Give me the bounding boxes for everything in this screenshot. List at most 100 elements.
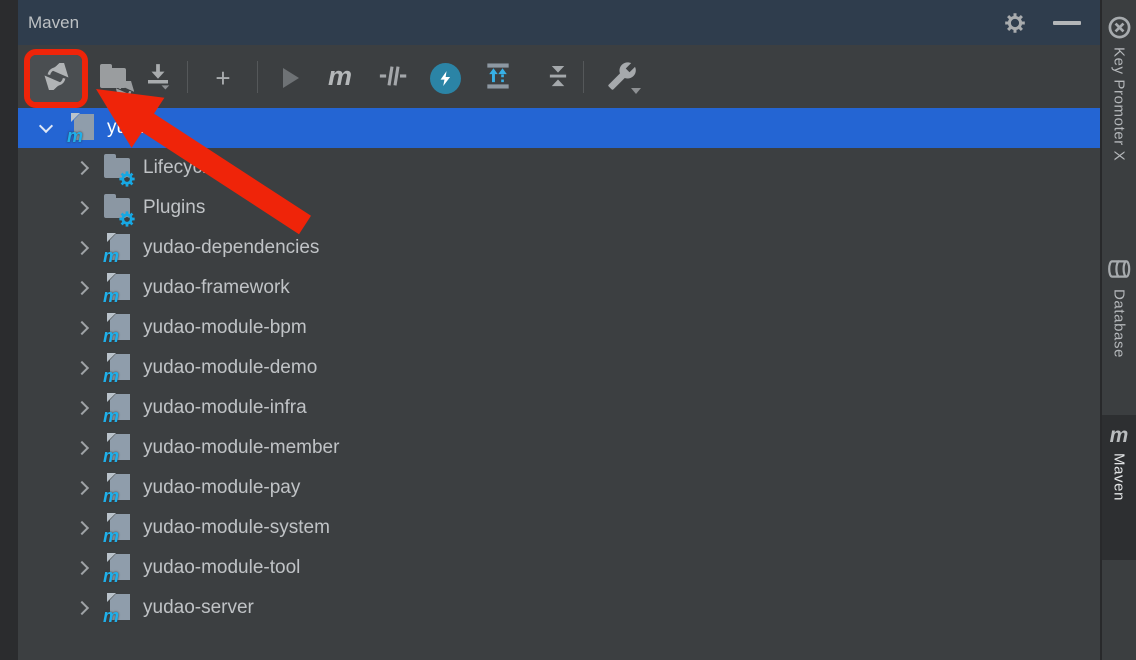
chevron-right-icon[interactable] xyxy=(72,558,92,578)
gear-folder-icon xyxy=(102,192,134,224)
tree-item-yudao-module-system[interactable]: m yudao-module-system xyxy=(18,508,1100,548)
maven-module-icon: m xyxy=(102,312,134,344)
sidebar-item-key-promoter-x[interactable]: Key Promoter X xyxy=(1102,14,1136,161)
maven-tool-window: Maven xyxy=(0,0,1136,660)
chevron-right-icon[interactable] xyxy=(72,398,92,418)
tree-item-yudao-module-demo[interactable]: m yudao-module-demo xyxy=(18,348,1100,388)
chevron-right-icon[interactable] xyxy=(72,478,92,498)
chevron-right-icon[interactable] xyxy=(72,158,92,178)
run-icon xyxy=(283,68,299,88)
expand-all-button[interactable] xyxy=(478,58,518,98)
chevron-right-icon[interactable] xyxy=(72,238,92,258)
maven-panel: Maven xyxy=(18,0,1100,660)
tree-item-icon: m xyxy=(102,552,134,584)
annotation-highlight-rect xyxy=(24,49,88,108)
minimize-icon[interactable] xyxy=(1052,8,1082,38)
tree-item-yudao-dependencies[interactable]: m yudao-dependencies xyxy=(18,228,1100,268)
chevron-right-icon[interactable] xyxy=(72,278,92,298)
sidebar-label: Key Promoter X xyxy=(1111,47,1128,161)
generate-sources-button[interactable] xyxy=(94,58,134,98)
sidebar-label: Database xyxy=(1111,289,1128,358)
chevron-right-icon[interactable] xyxy=(72,598,92,618)
right-tool-window-stripe: Key Promoter X Database m Maven xyxy=(1100,0,1136,660)
offline-mode-lightning-icon xyxy=(430,63,461,94)
sidebar-item-maven[interactable]: m Maven xyxy=(1102,415,1136,560)
maven-module-icon: m xyxy=(102,432,134,464)
tree-item-plugins[interactable]: Plugins xyxy=(18,188,1100,228)
tree-item-yudao-module-member[interactable]: m yudao-module-member xyxy=(18,428,1100,468)
maven-module-icon: m xyxy=(102,592,134,624)
chevron-right-icon[interactable] xyxy=(72,198,92,218)
maven-module-icon: m xyxy=(102,272,134,304)
offline-mode-button[interactable] xyxy=(428,58,462,98)
chevron-right-icon[interactable] xyxy=(72,318,92,338)
generate-sources-folder-sync-icon xyxy=(98,62,130,94)
maven-module-icon: m xyxy=(102,552,134,584)
tree-item-label: yudao-module-pay xyxy=(143,477,300,499)
key-promoter-x-icon xyxy=(1106,14,1132,40)
tree-item-icon: m xyxy=(102,232,134,264)
maven-settings-button[interactable] xyxy=(601,58,643,98)
tree-item-icon xyxy=(102,152,134,184)
expand-all-icon xyxy=(482,60,514,97)
tree-item-icon: m xyxy=(102,592,134,624)
maven-module-icon: m xyxy=(102,352,134,384)
tree-item-yudao-framework[interactable]: m yudao-framework xyxy=(18,268,1100,308)
maven-module-icon: m xyxy=(102,392,134,424)
tree-item-yudao-module-infra[interactable]: m yudao-module-infra xyxy=(18,388,1100,428)
left-edge-strip xyxy=(0,0,18,660)
execute-maven-goal-button[interactable]: m xyxy=(322,58,358,98)
chevron-down-icon xyxy=(631,88,641,94)
download-sources-button[interactable] xyxy=(138,58,178,98)
tree-item-label: yudao-module-bpm xyxy=(143,317,307,339)
tree-item-label: yudao-module-system xyxy=(143,517,330,539)
chevron-right-icon[interactable] xyxy=(72,438,92,458)
chevron-down-icon[interactable] xyxy=(36,118,56,138)
tree-item-icon xyxy=(102,192,134,224)
tree-item-yudao-module-bpm[interactable]: m yudao-module-bpm xyxy=(18,308,1100,348)
reimport-refresh-icon xyxy=(43,63,70,95)
tree-item-label: yudao-module-member xyxy=(143,437,339,459)
gear-icon[interactable] xyxy=(1000,8,1030,38)
tree-item-lifecycle[interactable]: Lifecycle xyxy=(18,148,1100,188)
tree-item-yudao-server[interactable]: m yudao-server xyxy=(18,588,1100,628)
sidebar-item-database[interactable]: Database xyxy=(1102,256,1136,358)
collapse-all-icon xyxy=(543,61,573,96)
tree-item-icon: m xyxy=(102,512,134,544)
tree-item-label: Lifecycle xyxy=(143,157,217,179)
run-button[interactable] xyxy=(271,58,307,98)
tree-item-label: yudao-dependencies xyxy=(143,237,319,259)
tree-item-label: yudao-module-demo xyxy=(143,357,317,379)
titlebar: Maven xyxy=(18,0,1100,45)
panel-title: Maven xyxy=(28,13,79,33)
tree-item-label: yudao-server xyxy=(143,597,254,619)
reload-all-maven-projects-button[interactable] xyxy=(30,55,82,102)
tree-item-yudao[interactable]: m yudao xyxy=(18,108,1100,148)
collapse-all-button[interactable] xyxy=(540,58,576,98)
chevron-right-icon[interactable] xyxy=(72,518,92,538)
sidebar-label: Maven xyxy=(1111,453,1128,501)
execute-maven-goal-icon: m xyxy=(328,63,352,94)
skip-tests-icon xyxy=(378,61,408,96)
tree-item-label: yudao-framework xyxy=(143,277,290,299)
tree-item-label: Plugins xyxy=(143,197,205,219)
tree-item-icon: m xyxy=(102,392,134,424)
maven-module-icon: m xyxy=(102,472,134,504)
maven-tree: m yudao Lifecycle Plugins m xyxy=(18,108,1100,628)
toolbar-separator xyxy=(583,61,584,93)
download-sources-icon xyxy=(143,61,173,96)
maven-module-icon: m xyxy=(102,232,134,264)
tree-item-label: yudao-module-infra xyxy=(143,397,307,419)
tree-item-yudao-module-tool[interactable]: m yudao-module-tool xyxy=(18,548,1100,588)
tree-item-icon: m xyxy=(102,432,134,464)
add-icon: + xyxy=(215,65,230,91)
toolbar-separator xyxy=(187,61,188,93)
tree-item-yudao-module-pay[interactable]: m yudao-module-pay xyxy=(18,468,1100,508)
maven-module-icon: m xyxy=(102,512,134,544)
maven-module-icon: m xyxy=(66,112,98,144)
add-maven-project-button[interactable]: + xyxy=(205,58,241,98)
chevron-right-icon[interactable] xyxy=(72,358,92,378)
skip-tests-button[interactable] xyxy=(375,58,411,98)
toolbar-separator xyxy=(257,61,258,93)
database-icon xyxy=(1106,256,1132,282)
